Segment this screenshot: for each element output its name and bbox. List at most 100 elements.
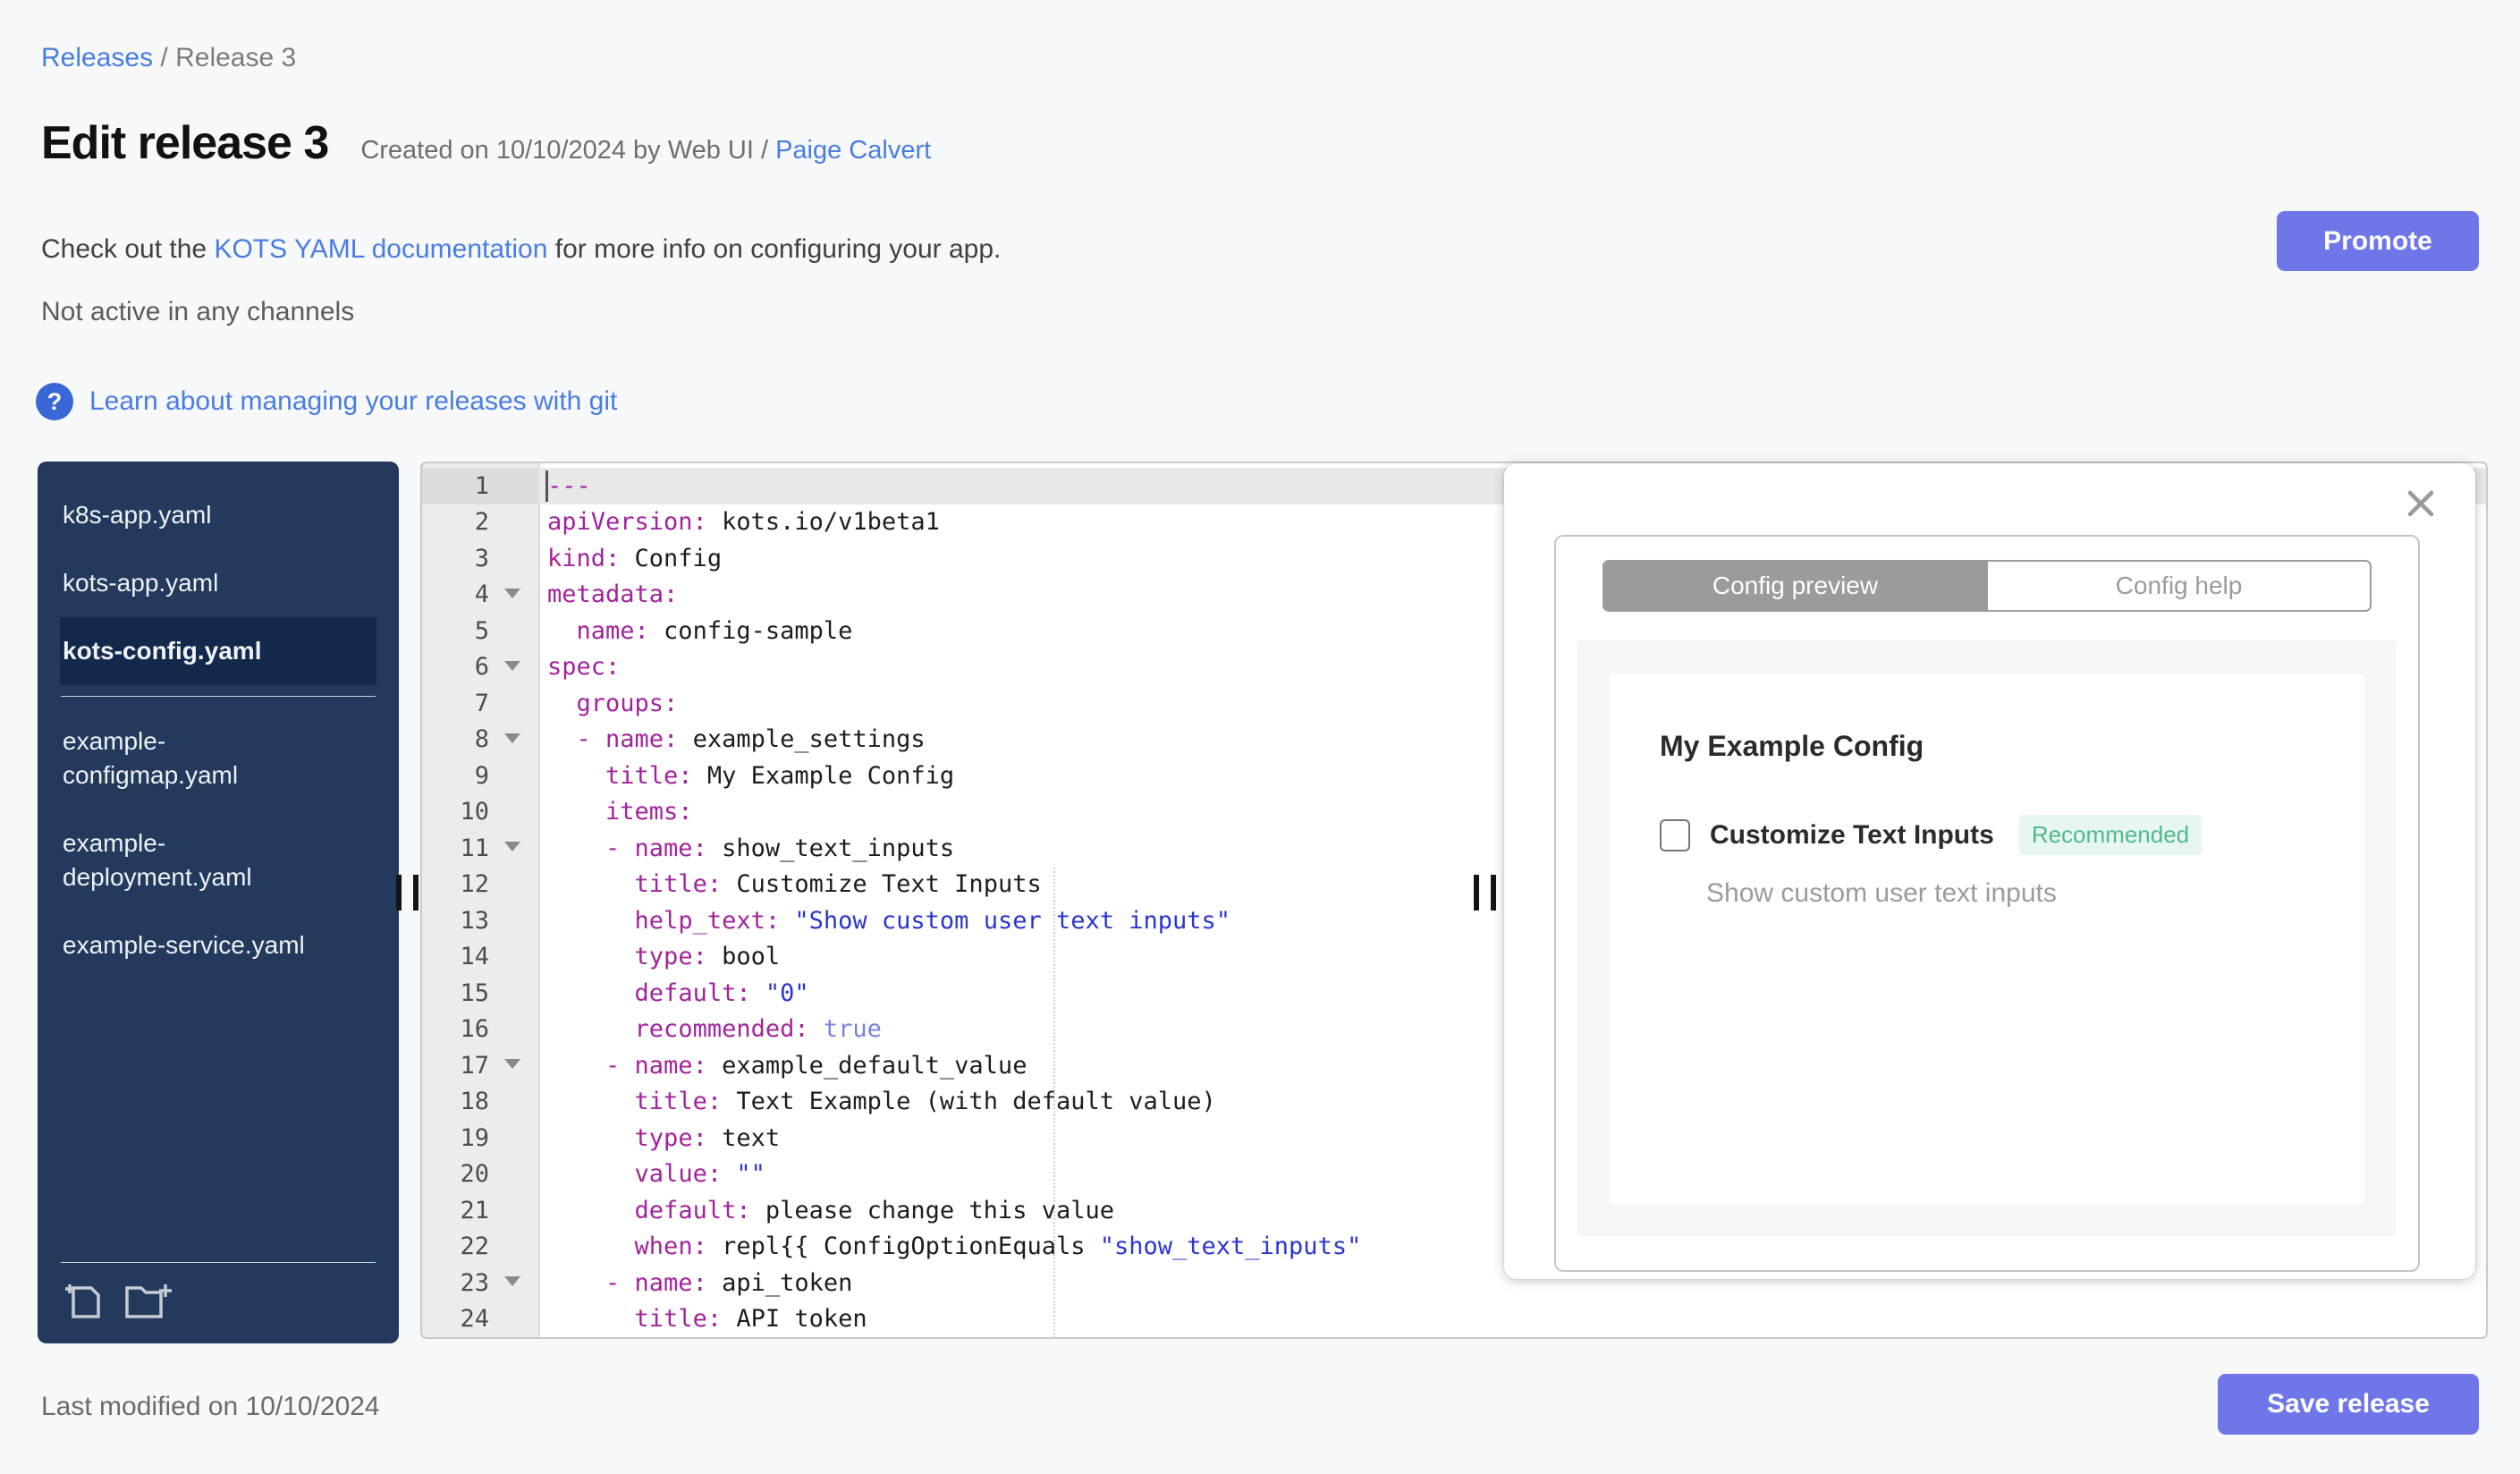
line-number-22[interactable]: 22 xyxy=(422,1229,538,1266)
channel-status: Not active in any channels xyxy=(41,297,355,326)
kots-yaml-doc-link[interactable]: KOTS YAML documentation xyxy=(214,234,547,264)
code-token: title: xyxy=(605,761,693,790)
line-number-7[interactable]: 7 xyxy=(422,685,538,722)
line-number-9[interactable]: 9 xyxy=(422,758,538,794)
line-number-25[interactable]: 25 xyxy=(422,1337,538,1339)
line-number-14[interactable]: 14 xyxy=(422,939,538,976)
code-line-24[interactable]: 24 title: API token xyxy=(422,1301,2486,1338)
code-token: bool xyxy=(706,943,781,971)
code-token: Config xyxy=(620,544,723,572)
created-by-link[interactable]: Paige Calvert xyxy=(775,136,931,165)
question-mark-icon: ? xyxy=(36,383,73,420)
promote-button[interactable]: Promote xyxy=(2277,211,2479,271)
breadcrumb-separator: / xyxy=(153,43,176,72)
line-number-10[interactable]: 10 xyxy=(422,794,538,831)
file-list: k8s-app.yaml kots-app.yaml kots-config.yam… xyxy=(38,481,399,979)
code-token: apiVersion: xyxy=(547,508,707,537)
line-number-2[interactable]: 2 xyxy=(422,504,538,541)
code-token: - name: xyxy=(576,725,679,754)
sidebar-icon-row xyxy=(61,1281,376,1322)
line-number-20[interactable]: 20 xyxy=(422,1156,538,1193)
file-item-kots-config-yaml[interactable]: kots-config.yaml xyxy=(60,617,376,685)
line-number-17[interactable]: 17 xyxy=(422,1047,538,1084)
fold-arrow-icon[interactable] xyxy=(504,842,520,852)
fold-arrow-icon[interactable] xyxy=(504,733,520,743)
code-token: kots.io/v1beta1 xyxy=(706,508,940,537)
add-folder-icon[interactable] xyxy=(123,1281,173,1322)
main-area: k8s-app.yaml kots-app.yaml kots-config.yam… xyxy=(0,462,2520,1343)
line-number-4[interactable]: 4 xyxy=(422,577,538,614)
code-token: default: xyxy=(634,978,751,1007)
line-number-3[interactable]: 3 xyxy=(422,540,538,577)
code-token: help_text: xyxy=(634,906,781,935)
panel-resize-handle[interactable] xyxy=(1474,875,1496,911)
line-number-19[interactable]: 19 xyxy=(422,1120,538,1156)
save-release-button[interactable]: Save release xyxy=(2218,1374,2479,1435)
line-number-23[interactable]: 23 xyxy=(422,1265,538,1301)
sidebar-bottom-divider xyxy=(61,1262,376,1263)
config-tabs: Config preview Config help xyxy=(1602,560,2372,612)
line-number-11[interactable]: 11 xyxy=(422,830,538,867)
code-token: name: xyxy=(576,616,649,645)
file-list-divider xyxy=(61,696,376,697)
code-token: Text Example (with default value) xyxy=(722,1088,1216,1116)
code-token: Customize Text Inputs xyxy=(722,870,1042,899)
line-number-8[interactable]: 8 xyxy=(422,722,538,758)
line-number-15[interactable]: 15 xyxy=(422,975,538,1012)
fold-arrow-icon[interactable] xyxy=(504,588,520,598)
code-token: items: xyxy=(605,798,693,826)
fold-arrow-icon[interactable] xyxy=(504,660,520,671)
breadcrumb-current: Release 3 xyxy=(175,43,297,72)
tab-config-help[interactable]: Config help xyxy=(1986,562,2370,610)
file-item-k8s-app-yaml[interactable]: k8s-app.yaml xyxy=(60,481,376,549)
code-token: title: xyxy=(634,870,723,899)
config-preview-area: My Example Config Customize Text Inputs … xyxy=(1577,640,2397,1236)
line-number-6[interactable]: 6 xyxy=(422,649,538,686)
config-item-help-text: Show custom user text inputs xyxy=(1706,878,2057,908)
code-token: - name: xyxy=(605,1268,707,1297)
file-item-kots-app-yaml[interactable]: kots-app.yaml xyxy=(60,549,376,617)
line-number-5[interactable]: 5 xyxy=(422,613,538,649)
line-number-21[interactable]: 21 xyxy=(422,1192,538,1229)
code-line-25[interactable]: 25 type: password xyxy=(422,1337,2486,1339)
code-token: show_text_inputs xyxy=(706,834,955,862)
config-preview-card: My Example Config Customize Text Inputs … xyxy=(1610,674,2364,1204)
fold-arrow-icon[interactable] xyxy=(504,1059,520,1070)
code-text-24[interactable]: title: API token xyxy=(538,1301,2486,1338)
code-text-25[interactable]: type: password xyxy=(538,1337,2486,1339)
file-item-example-configmap-yaml[interactable]: example- configmap.yaml xyxy=(60,707,376,809)
git-releases-link[interactable]: Learn about managing your releases with … xyxy=(89,386,617,417)
sidebar-resize-handle[interactable] xyxy=(396,875,419,911)
line-number-13[interactable]: 13 xyxy=(422,902,538,939)
line-number-24[interactable]: 24 xyxy=(422,1301,538,1338)
tab-config-preview[interactable]: Config preview xyxy=(1604,562,1986,610)
line-number-16[interactable]: 16 xyxy=(422,1012,538,1048)
add-file-icon[interactable] xyxy=(61,1281,104,1322)
close-icon[interactable] xyxy=(2404,487,2438,521)
line-number-18[interactable]: 18 xyxy=(422,1084,538,1121)
breadcrumb-releases-link[interactable]: Releases xyxy=(41,43,153,72)
code-token: --- xyxy=(547,471,591,500)
code-token: groups: xyxy=(576,689,679,717)
doc-suffix: for more info on configuring your app. xyxy=(547,234,1002,264)
line-number-12[interactable]: 12 xyxy=(422,867,538,903)
code-token: text xyxy=(706,1123,781,1152)
line-number-1[interactable]: 1 xyxy=(422,468,538,504)
code-token: example_settings xyxy=(678,725,926,754)
code-token: value: xyxy=(634,1160,723,1189)
file-item-example-deployment-yaml[interactable]: example- deployment.yaml xyxy=(60,809,376,911)
fold-arrow-icon[interactable] xyxy=(504,1276,520,1287)
config-item-checkbox[interactable] xyxy=(1660,818,1690,851)
title-row: Edit release 3 Created on 10/10/2024 by … xyxy=(41,116,931,170)
file-item-example-service-yaml[interactable]: example-service.yaml xyxy=(60,911,376,979)
